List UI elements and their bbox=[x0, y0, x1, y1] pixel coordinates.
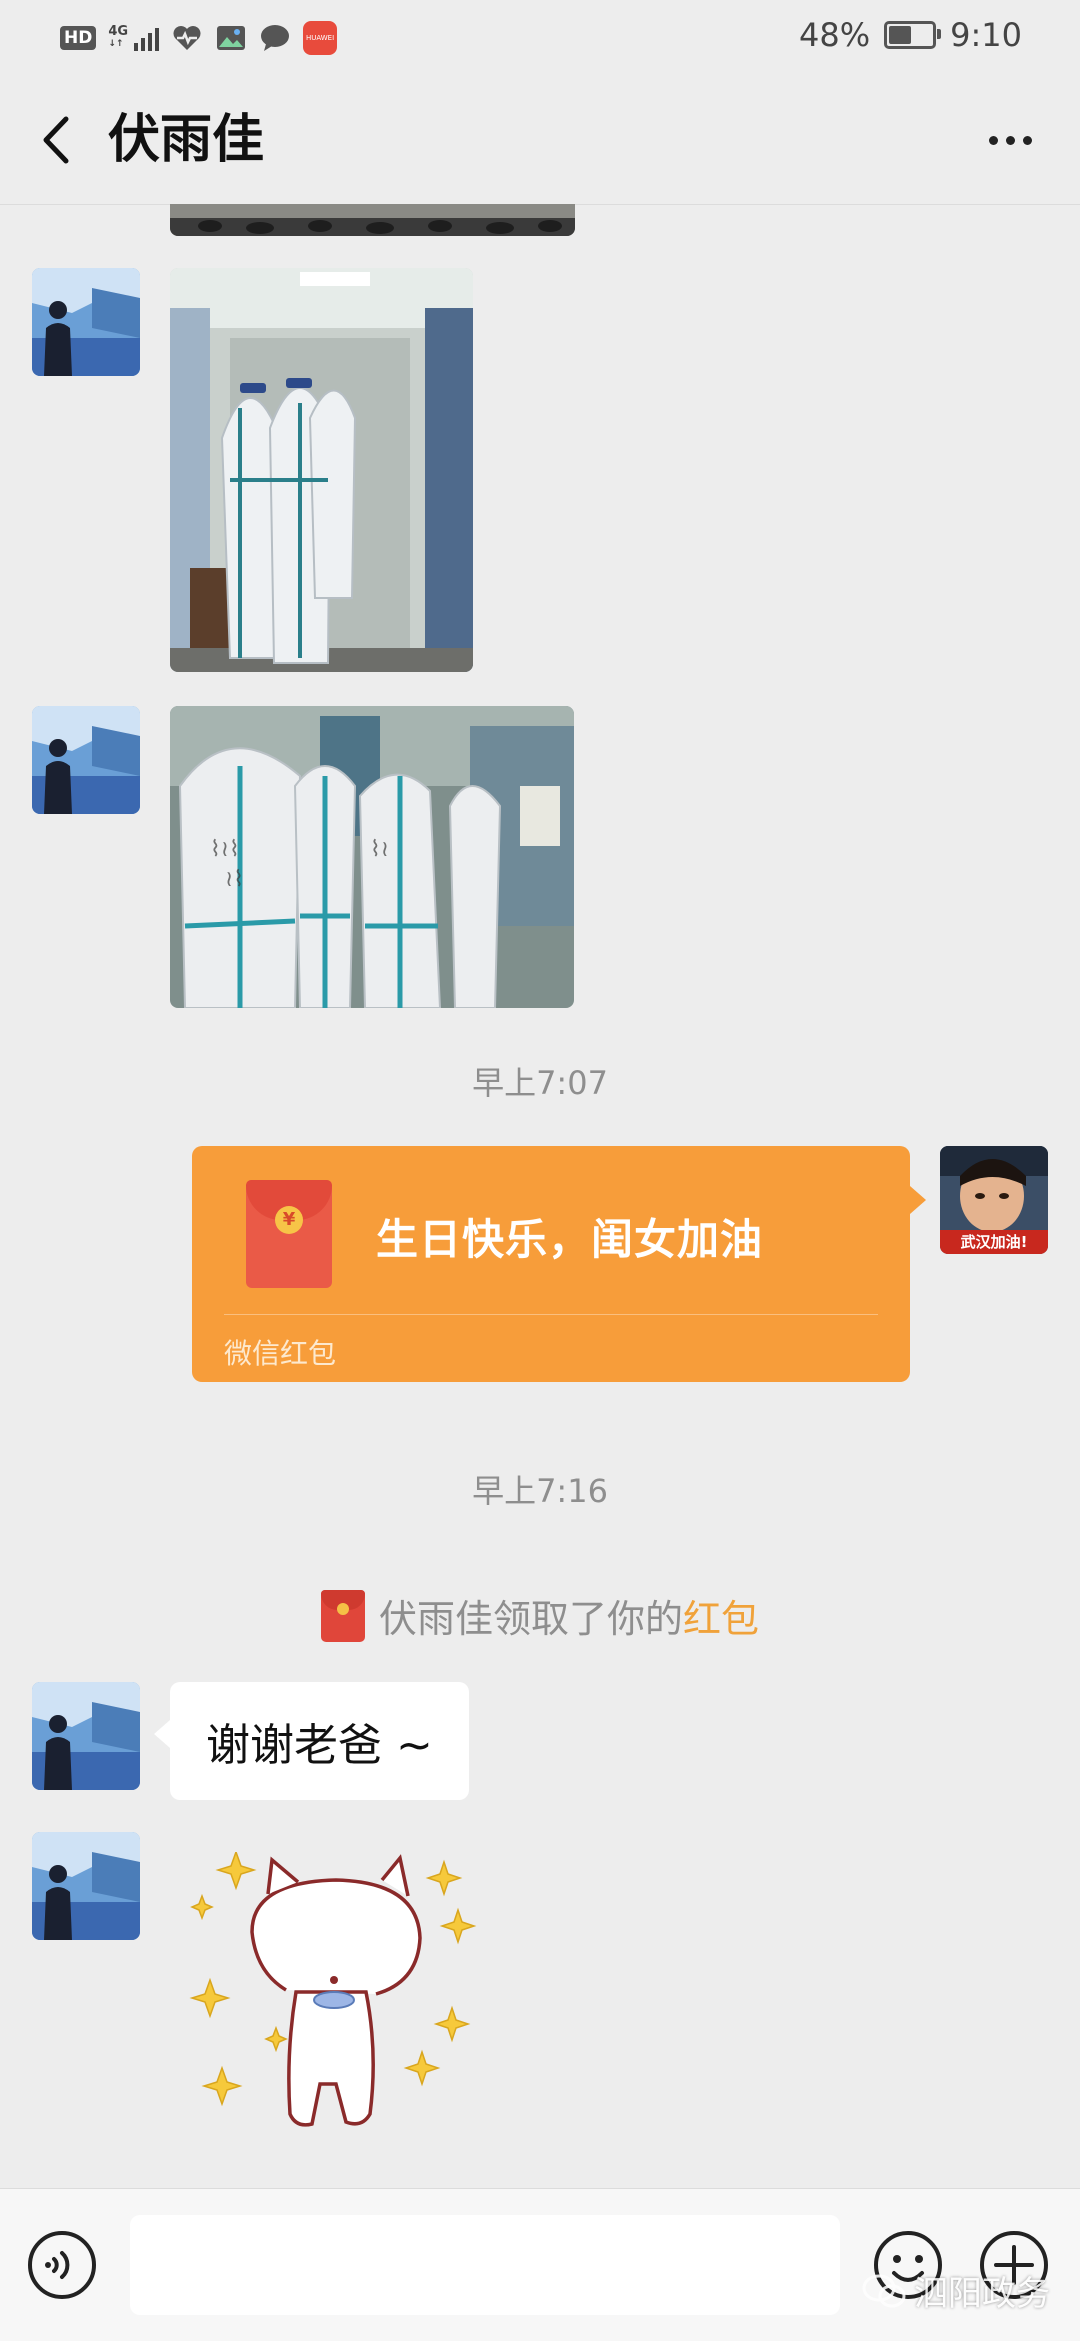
avatar[interactable] bbox=[32, 268, 140, 376]
more-dots-icon bbox=[988, 135, 1032, 145]
chat-photo-medical-staff[interactable] bbox=[170, 268, 473, 672]
sticker-cat[interactable] bbox=[186, 1849, 486, 2142]
status-right: 48% 9:10 bbox=[799, 16, 1022, 54]
app-badge-text: HUAWEI bbox=[305, 34, 335, 42]
message-text: 谢谢老爸 ~ bbox=[206, 1720, 433, 1771]
message-input[interactable] bbox=[130, 2215, 840, 2315]
red-packet-claimed-notice: 伏雨佳领取了你的红包 bbox=[0, 1588, 1080, 1643]
status-left-icons: HD 4G ↓↑ HUAWEI bbox=[60, 18, 338, 58]
red-packet-icon bbox=[320, 1589, 365, 1642]
avatar-caption: 武汉加油! bbox=[961, 1233, 1028, 1251]
red-packet-coin: ¥ bbox=[275, 1206, 303, 1234]
battery-percent: 48% bbox=[799, 16, 871, 54]
health-icon bbox=[171, 23, 203, 53]
chat-photo-partial[interactable] bbox=[170, 204, 575, 236]
red-packet-greeting: 生日快乐，闺女加油 bbox=[376, 1215, 764, 1264]
battery-fill bbox=[889, 26, 912, 44]
svg-text:≀⌇: ≀⌇ bbox=[225, 867, 244, 892]
my-avatar[interactable]: 武汉加油! bbox=[940, 1146, 1048, 1254]
status-bar: HD 4G ↓↑ HUAWEI 48% 9:10 bbox=[0, 0, 1080, 76]
text-message-bubble[interactable]: 谢谢老爸 ~ bbox=[154, 1682, 469, 1800]
chat-title: 伏雨佳 bbox=[108, 110, 265, 170]
huawei-app-icon: HUAWEI bbox=[303, 21, 338, 55]
avatar[interactable] bbox=[32, 1832, 140, 1940]
svg-text:⌇≀⌇: ⌇≀⌇ bbox=[210, 837, 240, 862]
network-indicator: 4G ↓↑ bbox=[108, 24, 129, 49]
chat-photo-protective-suits[interactable]: ⌇≀⌇ ≀⌇ ⌇≀ bbox=[170, 706, 574, 1008]
gallery-icon bbox=[215, 23, 247, 53]
chat-header: 伏雨佳 bbox=[0, 76, 1080, 205]
avatar[interactable] bbox=[32, 1682, 140, 1790]
chat-input-bar bbox=[0, 2188, 1080, 2341]
red-packet-icon: ¥ bbox=[246, 1180, 332, 1288]
watermark: 泗阳政务 bbox=[862, 2266, 1050, 2315]
red-packet-message[interactable]: ¥ 生日快乐，闺女加油 微信红包 bbox=[192, 1146, 926, 1382]
voice-icon bbox=[28, 2231, 96, 2299]
message-timestamp: 早上7:07 bbox=[472, 1064, 608, 1102]
red-packet-divider bbox=[224, 1314, 878, 1315]
avatar[interactable] bbox=[32, 706, 140, 814]
notice-red-packet-link[interactable]: 红包 bbox=[683, 1597, 759, 1641]
message-icon bbox=[259, 23, 291, 53]
signal-icon bbox=[134, 25, 160, 51]
message-timestamp: 早上7:16 bbox=[472, 1472, 608, 1510]
svg-text:⌇≀: ⌇≀ bbox=[370, 837, 389, 862]
wechat-logo-icon bbox=[862, 2274, 906, 2307]
network-type: 4G bbox=[108, 24, 129, 39]
chevron-left-icon bbox=[43, 116, 69, 164]
red-packet-label: 微信红包 bbox=[224, 1337, 337, 1370]
more-button[interactable] bbox=[980, 118, 1040, 162]
back-button[interactable] bbox=[30, 112, 80, 168]
battery-icon bbox=[884, 21, 942, 49]
clock: 9:10 bbox=[950, 16, 1022, 54]
notice-text: 伏雨佳领取了你的 bbox=[378, 1597, 683, 1641]
hd-badge: HD bbox=[60, 26, 97, 50]
watermark-text: 泗阳政务 bbox=[914, 2274, 1050, 2314]
voice-button[interactable] bbox=[26, 2229, 98, 2301]
